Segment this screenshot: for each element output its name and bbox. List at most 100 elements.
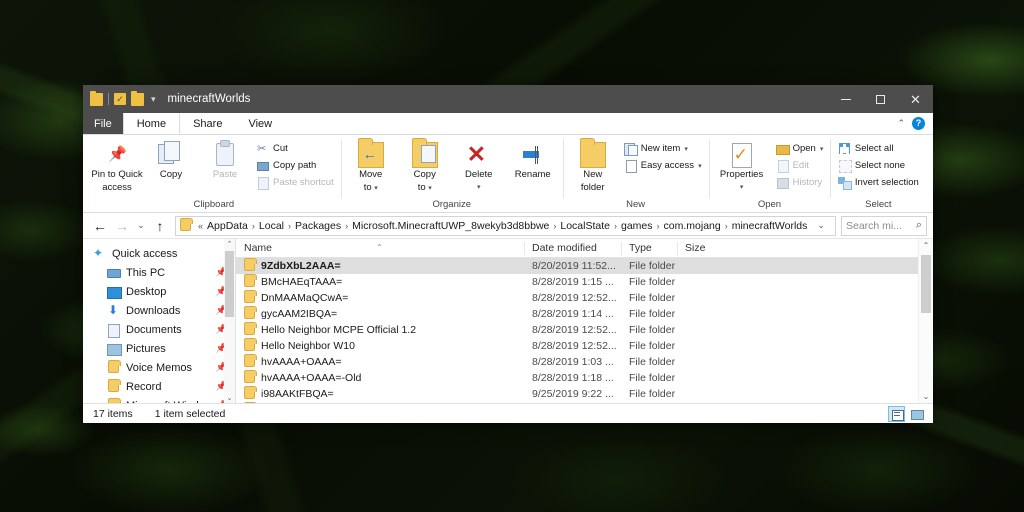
collapse-ribbon-icon[interactable]: ⌃ — [897, 118, 905, 129]
breadcrumb-separator[interactable]: › — [342, 221, 351, 231]
search-icon[interactable]: ⌕ — [916, 219, 922, 232]
sidebar-item-desktop[interactable]: Desktop 📌 — [83, 282, 235, 301]
tab-view[interactable]: View — [235, 113, 285, 134]
sidebar-item-pictures[interactable]: Pictures 📌 — [83, 339, 235, 358]
column-header-type[interactable]: Type — [621, 239, 677, 258]
breadcrumb-separator[interactable]: › — [285, 221, 294, 231]
scroll-up-icon[interactable]: ⌃ — [919, 241, 933, 250]
table-row[interactable]: gycAAM2IBQA= 8/28/2019 1:14 ... File fol… — [236, 306, 918, 322]
breadcrumb-item-appdata[interactable]: AppData — [206, 220, 249, 232]
sidebar-item-quick-access[interactable]: Quick access — [83, 244, 235, 263]
copy-button[interactable]: Copy — [145, 138, 197, 181]
breadcrumb-item-games[interactable]: games — [620, 220, 654, 232]
select-none-button[interactable]: Select none — [835, 158, 922, 173]
breadcrumb-separator[interactable]: › — [654, 221, 663, 231]
pin-to-quick-access-button[interactable]: Pin to Quick access — [91, 138, 143, 193]
delete-button[interactable]: Delete ▾ — [453, 138, 505, 191]
tab-file[interactable]: File — [83, 113, 123, 134]
table-row[interactable]: Hello Neighbor MCPE Official 1.2 8/28/20… — [236, 322, 918, 338]
rename-button[interactable]: Rename — [507, 138, 559, 181]
search-input[interactable]: Search mi... ⌕ — [841, 216, 927, 236]
table-row[interactable]: DnMAAMaQCwA= 8/28/2019 12:52... File fol… — [236, 290, 918, 306]
copy-path-button[interactable]: Copy path — [253, 158, 337, 173]
maximize-button[interactable] — [863, 85, 898, 113]
file-list-scrollbar[interactable]: ⌃ ⌄ — [918, 239, 933, 403]
breadcrumb[interactable]: « AppData › Local › Packages › Microsoft… — [175, 216, 836, 236]
sidebar-item-downloads[interactable]: Downloads 📌 — [83, 301, 235, 320]
chevron-down-icon[interactable]: ▾ — [374, 185, 378, 192]
table-row[interactable]: i98AAKtFBQA= 9/25/2019 9:22 ... File fol… — [236, 386, 918, 402]
folder-icon[interactable] — [90, 93, 103, 106]
new-item-button[interactable]: New item ▾ — [621, 141, 705, 156]
paste-shortcut-button[interactable]: Paste shortcut — [253, 175, 337, 190]
scroll-up-icon[interactable]: ⌃ — [224, 240, 235, 248]
cut-button[interactable]: Cut — [253, 141, 337, 156]
chevron-down-icon[interactable]: ▾ — [698, 162, 702, 170]
back-button[interactable]: ← — [89, 215, 111, 237]
chevron-down-icon[interactable]: ▾ — [684, 145, 688, 153]
easy-access-button[interactable]: Easy access ▾ — [621, 158, 705, 173]
table-row[interactable]: hvAAAA+OAAA= 8/28/2019 1:03 ... File fol… — [236, 354, 918, 370]
help-icon[interactable]: ? — [912, 117, 925, 130]
title-bar[interactable]: ✓ ▾ minecraftWorlds ✕ — [83, 85, 933, 113]
paste-button[interactable]: Paste — [199, 138, 251, 181]
tab-share[interactable]: Share — [180, 113, 235, 134]
breadcrumb-item-localstate[interactable]: LocalState — [559, 220, 611, 232]
move-to-button[interactable]: Move to ▾ — [345, 138, 397, 194]
breadcrumb-separator[interactable]: › — [249, 221, 258, 231]
chevron-down-icon[interactable]: ▾ — [820, 145, 824, 153]
chevron-down-icon[interactable]: ▾ — [149, 94, 158, 105]
scroll-down-icon[interactable]: ⌄ — [224, 394, 235, 402]
column-header-name[interactable]: Name ⌃ — [236, 239, 524, 258]
table-row[interactable]: Hello Neighbor W10 8/28/2019 12:52... Fi… — [236, 338, 918, 354]
close-button[interactable]: ✕ — [898, 85, 933, 113]
chevron-down-icon[interactable]: ▾ — [428, 185, 432, 192]
sidebar-item-record[interactable]: Record 📌 — [83, 377, 235, 396]
details-view-button[interactable] — [888, 406, 905, 422]
scrollbar-thumb[interactable] — [225, 251, 234, 317]
open-button[interactable]: Open ▾ — [773, 141, 827, 156]
breadcrumb-separator[interactable]: › — [722, 221, 731, 231]
edit-button[interactable]: Edit — [773, 158, 827, 173]
breadcrumb-separator[interactable]: › — [611, 221, 620, 231]
recent-locations-button[interactable]: ⌄ — [133, 215, 149, 237]
new-folder-button[interactable]: New folder — [567, 138, 619, 193]
history-button[interactable]: History — [773, 175, 827, 190]
table-row[interactable]: hvAAAA+OAAA=-Old 8/28/2019 1:18 ... File… — [236, 370, 918, 386]
properties-folder-icon[interactable] — [131, 93, 144, 106]
tab-home[interactable]: Home — [123, 113, 180, 134]
quick-access-toolbar[interactable]: ✓ ▾ — [83, 93, 158, 106]
column-header-date-modified[interactable]: Date modified — [524, 239, 621, 258]
sidebar-item-microsoft-windows[interactable]: Microsoft.WindowsT… 📌 — [83, 396, 235, 403]
breadcrumb-item-commojang[interactable]: com.mojang — [663, 220, 722, 232]
breadcrumb-overflow-icon[interactable]: « — [195, 221, 206, 231]
table-row[interactable]: BMcHAEqTAAA= 8/28/2019 1:15 ... File fol… — [236, 274, 918, 290]
copy-to-button[interactable]: Copy to ▾ — [399, 138, 451, 194]
invert-selection-button[interactable]: Invert selection — [835, 175, 922, 190]
sidebar-item-documents[interactable]: Documents 📌 — [83, 320, 235, 339]
chevron-down-icon[interactable]: ⌄ — [814, 220, 828, 231]
select-all-button[interactable]: Select all — [835, 141, 922, 156]
breadcrumb-separator[interactable]: › — [550, 221, 559, 231]
scrollbar-thumb[interactable] — [921, 255, 931, 313]
sidebar-item-this-pc[interactable]: This PC 📌 — [83, 263, 235, 282]
up-button[interactable]: ↑ — [149, 215, 171, 237]
chevron-down-icon[interactable]: ▾ — [740, 183, 744, 191]
sidebar-item-voice-memos[interactable]: Voice Memos 📌 — [83, 358, 235, 377]
chevron-down-icon[interactable]: ▾ — [477, 183, 481, 191]
breadcrumb-item-minecraftuwp[interactable]: Microsoft.MinecraftUWP_8wekyb3d8bbwe — [351, 220, 550, 232]
table-row[interactable]: IhIJAACT-AAA= 8/27/2019 4:50 ... File fo… — [236, 402, 918, 403]
refresh-icon[interactable]: ↻ — [835, 220, 836, 231]
icons-view-button[interactable] — [908, 406, 925, 422]
minimize-button[interactable] — [828, 85, 863, 113]
breadcrumb-item-minecraftworlds[interactable]: minecraftWorlds — [731, 220, 809, 232]
table-row[interactable]: 9ZdbXbL2AAA= 8/20/2019 11:52... File fol… — [236, 258, 918, 274]
navigation-pane-scrollbar[interactable]: ⌃ ⌄ — [224, 239, 235, 403]
column-header-size[interactable]: Size — [677, 239, 737, 258]
properties-button[interactable]: Properties ▾ — [713, 138, 771, 191]
breadcrumb-item-packages[interactable]: Packages — [294, 220, 342, 232]
scroll-down-icon[interactable]: ⌄ — [919, 392, 933, 401]
breadcrumb-item-local[interactable]: Local — [258, 220, 285, 232]
forward-button[interactable]: → — [111, 215, 133, 237]
checkbox-icon[interactable]: ✓ — [114, 93, 126, 105]
